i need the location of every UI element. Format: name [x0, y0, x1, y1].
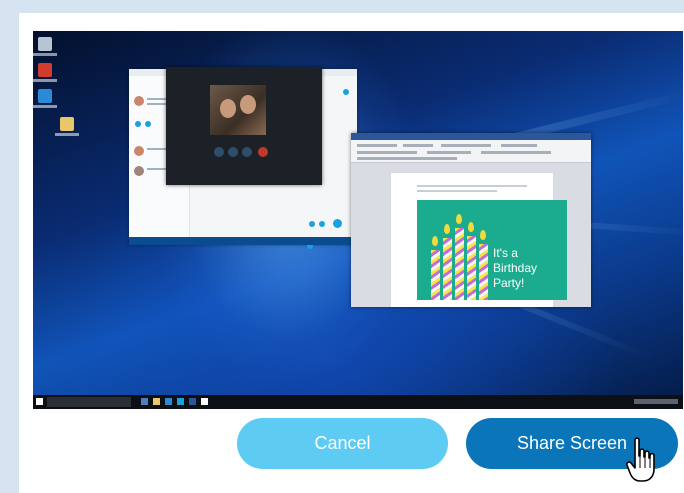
ribbon-item: [357, 157, 457, 160]
flame-icon: [468, 222, 474, 232]
video-feed: [210, 85, 266, 135]
flame-icon: [444, 224, 450, 234]
skype-footer: [129, 237, 357, 245]
card-text: It's a Birthday Party!: [493, 246, 537, 291]
candle: [455, 228, 464, 300]
skype-call-icon: [333, 219, 342, 228]
word-ribbon: [351, 140, 591, 163]
screen-preview[interactable]: It's a Birthday Party!: [33, 31, 683, 409]
desktop-icon-label: [55, 133, 79, 136]
taskbar-app-icon[interactable]: [141, 398, 148, 405]
taskbar-search[interactable]: [47, 397, 131, 407]
skype-desktop-icon[interactable]: [38, 63, 52, 77]
candle: [443, 238, 452, 300]
skype-call-icon: [309, 221, 315, 227]
share-screen-dialog: It's a Birthday Party! Cancel Share Scre…: [19, 13, 684, 493]
birthday-card-image: It's a Birthday Party!: [417, 200, 567, 300]
document-text-line: [417, 190, 497, 192]
ribbon-item: [357, 151, 417, 154]
edge-desktop-icon[interactable]: [38, 89, 52, 103]
video-face: [220, 99, 236, 118]
skype-action-icon: [135, 121, 141, 127]
recycle-bin-icon[interactable]: [38, 37, 52, 51]
document-text-line: [417, 185, 527, 187]
cancel-button[interactable]: Cancel: [237, 418, 448, 469]
candle: [431, 250, 440, 300]
flame-icon: [432, 236, 438, 246]
taskbar-app-icon[interactable]: [153, 398, 160, 405]
word-titlebar: [351, 133, 591, 140]
skype-call-icon: [319, 221, 325, 227]
folder-desktop-icon[interactable]: [60, 117, 74, 131]
avatar: [134, 146, 144, 156]
ribbon-item: [403, 144, 433, 147]
system-tray[interactable]: [634, 399, 678, 404]
card-text-line: It's a: [493, 246, 518, 260]
windows-start-icon[interactable]: [36, 398, 43, 405]
candle: [479, 244, 488, 300]
video-call-thumbnail: [166, 67, 322, 185]
candle: [467, 236, 476, 300]
card-text-line: Birthday: [493, 261, 538, 275]
skype-call-icon: [343, 89, 349, 95]
ribbon-item: [501, 144, 537, 147]
card-text-line: Party!: [493, 276, 525, 290]
ribbon-item: [441, 144, 491, 147]
avatar: [134, 96, 144, 106]
taskbar-app-icon[interactable]: [165, 398, 172, 405]
camera-icon: [228, 147, 238, 157]
flame-icon: [456, 214, 462, 224]
ribbon-item: [427, 151, 471, 154]
hand-pointer-cursor-icon: [626, 437, 655, 482]
end-call-icon: [258, 147, 268, 157]
desktop-icon-label: [33, 105, 57, 108]
ribbon-item: [357, 144, 397, 147]
share-icon: [242, 147, 252, 157]
video-face: [240, 95, 256, 114]
flame-icon: [480, 230, 486, 240]
taskbar-app-icon[interactable]: [201, 398, 208, 405]
skype-action-icon: [145, 121, 151, 127]
mute-icon: [214, 147, 224, 157]
desktop-icon-label: [33, 53, 57, 56]
taskbar-app-icon[interactable]: [177, 398, 184, 405]
avatar: [134, 166, 144, 176]
ribbon-item: [481, 151, 551, 154]
taskbar: [33, 395, 683, 409]
desktop-icon-label: [33, 79, 57, 82]
taskbar-app-icon[interactable]: [189, 398, 196, 405]
